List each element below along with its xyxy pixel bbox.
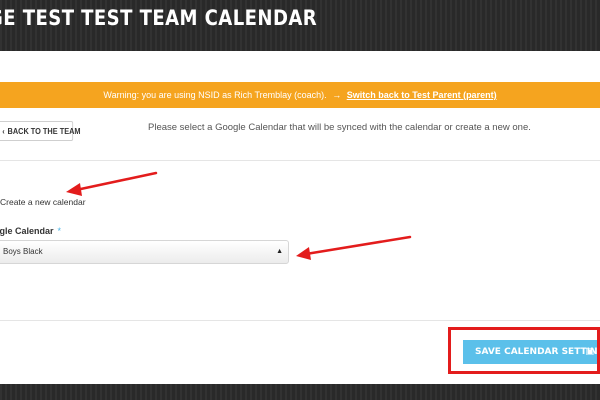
google-calendar-select[interactable]: Boys Black ▲ [0,240,289,264]
annotation-arrow-create-new [66,171,158,196]
google-calendar-label-text: ogle Calendar [0,226,54,236]
impersonation-warning-banner: Warning: you are using NSID as Rich Trem… [0,82,600,108]
footer-bar [0,384,600,400]
warning-message: Warning: you are using NSID as Rich Trem… [103,90,327,100]
instruction-text: Please select a Google Calendar that wil… [148,122,531,133]
switch-back-link[interactable]: Switch back to Test Parent (parent) [347,90,497,100]
back-to-team-button[interactable]: ‹ BACK TO THE TEAM [0,121,81,141]
create-new-calendar-label: Create a new calendar [0,197,86,207]
header-bar: GE TEST TEST TEAM CALENDAR [0,0,600,51]
page-title: GE TEST TEST TEAM CALENDAR [0,6,318,30]
annotation-arrow-calendar-select [296,235,412,260]
back-to-team-label: BACK TO THE TEAM [7,127,81,136]
switch-user-icon: → [332,90,342,100]
chevron-left-icon: ‹ [2,127,5,136]
floppy-disk-icon: ▣ [585,347,594,357]
google-calendar-label: ogle Calendar* [0,226,61,236]
create-new-calendar-option[interactable]: Create a new calendar [0,197,86,207]
required-asterisk: * [57,226,62,236]
google-calendar-selected-value: Boys Black [3,247,43,256]
divider [0,320,600,321]
header-spacer [0,51,600,82]
divider [0,160,600,161]
select-caret-icon: ▲ [276,248,283,255]
save-calendar-settings-button[interactable]: SAVE CALENDAR SETTINGS ▣ [463,340,600,364]
save-calendar-settings-label: SAVE CALENDAR SETTINGS [475,347,600,357]
